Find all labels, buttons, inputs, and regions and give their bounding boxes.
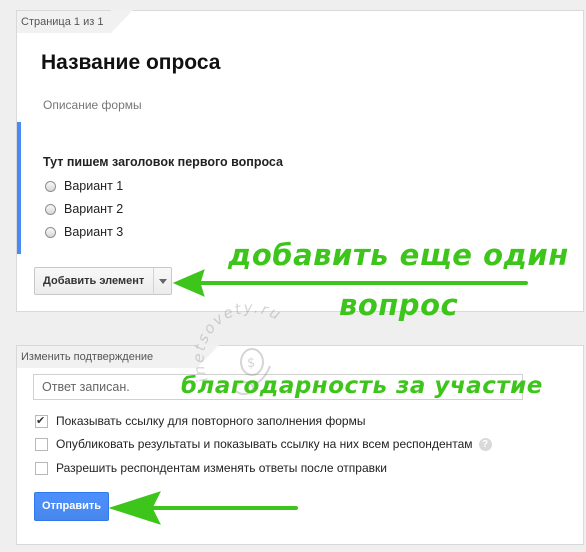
- option-2[interactable]: Вариант 2: [45, 202, 123, 216]
- checkbox-label: Разрешить респондентам изменять ответы п…: [56, 461, 387, 475]
- page-counter: Страница 1 из 1: [16, 10, 135, 33]
- radio-button[interactable]: [45, 203, 56, 215]
- add-element-dropdown[interactable]: [154, 278, 171, 284]
- checkbox-allow-edit[interactable]: [35, 461, 48, 475]
- form-description[interactable]: Описание формы: [43, 98, 142, 112]
- annotation-add-question: добавить еще один: [228, 238, 569, 272]
- question-title: Тут пишем заголовок первого вопроса: [43, 155, 283, 169]
- submit-button[interactable]: Отправить: [34, 492, 109, 521]
- annotation-thanks: благодарность за участие: [181, 373, 543, 399]
- option-3[interactable]: Вариант 3: [45, 225, 123, 239]
- checkbox-resubmit-link[interactable]: [35, 414, 48, 428]
- add-element-label: Добавить элемент: [43, 275, 145, 287]
- question-block[interactable]: Тут пишем заголовок первого вопроса Вари…: [17, 122, 321, 254]
- option-1[interactable]: Вариант 1: [45, 179, 123, 193]
- option-label: Вариант 3: [64, 225, 124, 239]
- option-label: Вариант 1: [64, 179, 124, 193]
- option-label: Вариант 2: [64, 202, 124, 216]
- checkbox-label: Опубликовать результаты и показывать ссы…: [56, 437, 473, 451]
- checkbox-row-edit[interactable]: Разрешить респондентам изменять ответы п…: [35, 461, 387, 475]
- annotation-question-word: вопрос: [339, 288, 459, 322]
- checkbox-row-resubmit[interactable]: Показывать ссылку для повторного заполне…: [35, 414, 365, 428]
- form-title[interactable]: Название опроса: [41, 51, 220, 75]
- checkbox-publish-results[interactable]: [35, 437, 48, 451]
- chevron-down-icon: [158, 278, 167, 284]
- help-icon[interactable]: ?: [478, 437, 492, 451]
- confirmation-heading: Изменить подтверждение: [16, 345, 219, 368]
- radio-button[interactable]: [45, 180, 56, 192]
- radio-button[interactable]: [45, 226, 56, 238]
- checkbox-label: Показывать ссылку для повторного заполне…: [56, 414, 366, 428]
- checkbox-row-publish[interactable]: Опубликовать результаты и показывать ссы…: [35, 437, 492, 451]
- add-element-button[interactable]: Добавить элемент: [34, 267, 172, 295]
